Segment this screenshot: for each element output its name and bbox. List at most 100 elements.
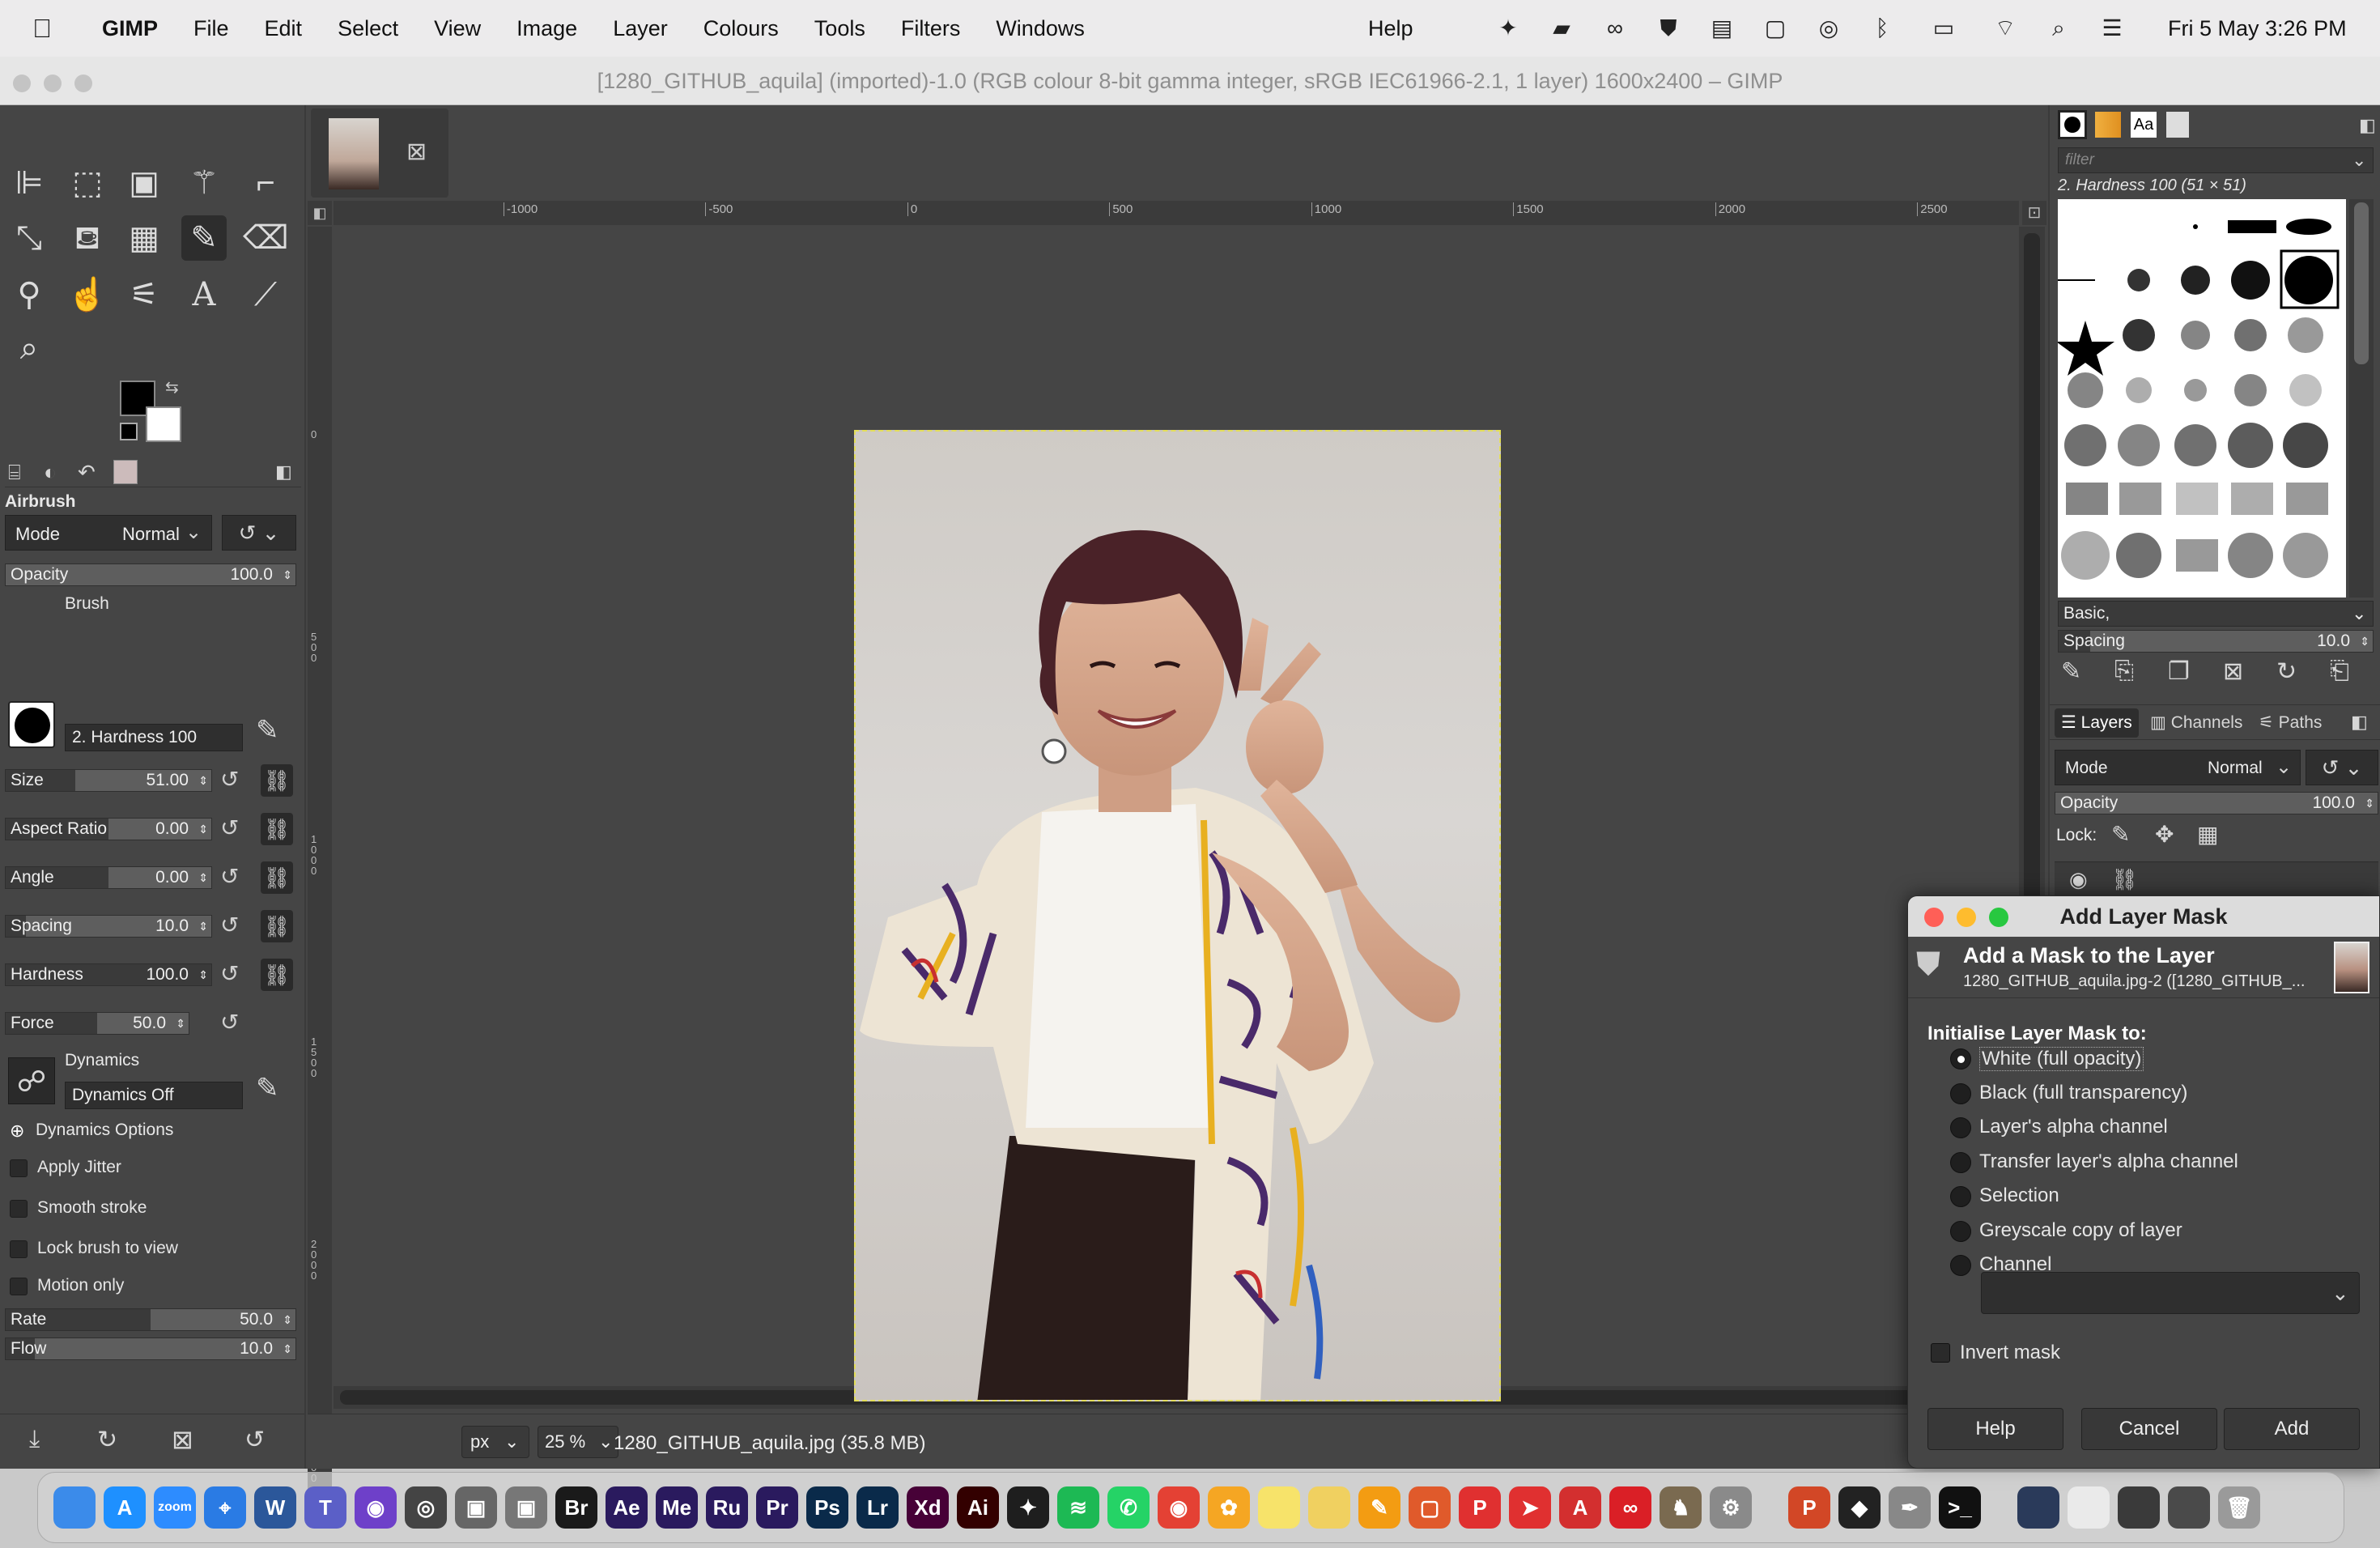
illustrator-icon[interactable]: Ai — [957, 1486, 999, 1529]
configure-layers-tab-icon[interactable]: ◧ — [2351, 712, 2368, 733]
brush-name-field[interactable]: 2. Hardness 100 — [65, 724, 243, 751]
menu-clock[interactable]: Fri 5 May 3:26 PM — [2168, 0, 2347, 57]
mask-option-radio-5[interactable] — [1950, 1220, 1971, 1242]
expand-icon[interactable]: ⊕ — [10, 1121, 24, 1142]
mask-option-label-1[interactable]: Black (full transparency) — [1979, 1082, 2187, 1104]
spinner-icon[interactable]: ⇕ — [2365, 793, 2374, 814]
spinner-icon[interactable]: ⇕ — [2360, 631, 2369, 652]
warp-transform-tool-icon[interactable]: ⤡ — [6, 215, 52, 261]
stickies-icon[interactable] — [1308, 1486, 1350, 1529]
spotlight-search-icon[interactable]: ⌕ — [2045, 16, 2072, 40]
dialog-minimize-button[interactable] — [1957, 908, 1976, 927]
reset-mode-button[interactable]: ↺ ⌄ — [222, 515, 296, 551]
bluetooth-icon[interactable]: ᛒ — [1868, 16, 1896, 40]
creative-cloud-icon[interactable]: ∞ — [1609, 1486, 1651, 1529]
reset-options-icon[interactable]: ↺ — [244, 1426, 265, 1454]
fonts-tab-icon[interactable]: Aa — [2131, 112, 2157, 138]
eraser-tool-icon[interactable]: ⌫ — [243, 215, 289, 261]
default-colors-icon[interactable] — [120, 423, 138, 440]
terminal-icon[interactable]: >_ — [1939, 1486, 1981, 1529]
brush-preview[interactable] — [8, 701, 55, 748]
angle-slider[interactable]: Angle 0.00 ⇕ — [5, 866, 212, 889]
mask-option-label-0[interactable]: White (full opacity) — [1979, 1047, 2144, 1071]
lock-pixels-icon[interactable]: ✎ — [2111, 821, 2130, 848]
powerpoint-icon[interactable]: P — [1788, 1486, 1830, 1529]
figma-status-icon[interactable]: ✦ — [1494, 16, 1522, 40]
spinner-icon[interactable]: ⇕ — [283, 1309, 292, 1330]
app-store-icon[interactable]: A — [104, 1486, 146, 1529]
motion-only-checkbox[interactable] — [10, 1278, 28, 1295]
tab-paths[interactable]: ⚟ Paths — [2255, 708, 2325, 738]
pages-icon[interactable]: ✎ — [1358, 1486, 1400, 1529]
background-color-swatch[interactable] — [146, 406, 181, 442]
configure-tab-icon[interactable]: ◧ — [275, 461, 292, 483]
image-tab[interactable]: ⊠ — [311, 108, 448, 198]
mask-option-label-5[interactable]: Greyscale copy of layer — [1979, 1219, 2182, 1242]
chrome-icon[interactable]: ◉ — [1158, 1486, 1200, 1529]
chevron-down-icon[interactable]: ⌄ — [2352, 602, 2366, 626]
pdf-expert-icon[interactable]: P — [1459, 1486, 1501, 1529]
trash-icon[interactable]: 🗑 — [2218, 1486, 2260, 1529]
rect-select-tool-icon[interactable]: ⬚ — [65, 160, 110, 206]
mask-option-label-3[interactable]: Transfer layer's alpha channel — [1979, 1150, 2238, 1173]
premiere-icon[interactable]: Pr — [756, 1486, 798, 1529]
restore-options-icon[interactable]: ↻ — [97, 1426, 117, 1454]
menu-windows[interactable]: Windows — [996, 16, 1085, 41]
recent-window-4-icon[interactable] — [2168, 1486, 2210, 1529]
zoom-tool-icon[interactable]: ⌕ — [6, 325, 52, 371]
pen-tool-icon[interactable]: ✒ — [1889, 1486, 1931, 1529]
photoshop-icon[interactable]: Ps — [806, 1486, 848, 1529]
brush-grid-scrollbar[interactable] — [2349, 199, 2374, 598]
mask-option-radio-6[interactable] — [1950, 1255, 1971, 1276]
window-close-button[interactable] — [13, 74, 31, 92]
flow-slider[interactable]: Flow 10.0 ⇕ — [5, 1337, 296, 1360]
dynamics-field[interactable]: Dynamics Off — [65, 1082, 243, 1109]
link-hardness-icon[interactable]: ⛓ — [261, 959, 293, 991]
brushes-tab-icon[interactable] — [2058, 110, 2087, 139]
link-size-icon[interactable]: ⛓ — [261, 764, 293, 797]
cancel-button[interactable]: Cancel — [2081, 1408, 2217, 1450]
zoom-select[interactable]: 25 % ⌄ — [538, 1426, 618, 1458]
edit-brush-icon[interactable]: ✎ — [256, 714, 279, 746]
link-spacing-icon[interactable]: ⛓ — [261, 910, 293, 942]
brush-tag-input[interactable]: Basic, ⌄ — [2058, 601, 2374, 627]
finder-icon[interactable] — [53, 1486, 96, 1529]
delete-brush-icon[interactable]: ⊠ — [2223, 657, 2243, 686]
photos-icon[interactable]: ✿ — [1208, 1486, 1250, 1529]
channel-select[interactable]: ⌄ — [1981, 1272, 2360, 1314]
media-encoder-icon[interactable]: Me — [656, 1486, 698, 1529]
image-canvas[interactable] — [854, 430, 1501, 1401]
hardness-slider[interactable]: Hardness 100.0 ⇕ — [5, 963, 212, 986]
brush-grid[interactable] — [2056, 199, 2346, 598]
recent-window-1-icon[interactable] — [2017, 1486, 2059, 1529]
quicktime-icon[interactable]: ◎ — [405, 1486, 447, 1529]
rate-slider[interactable]: Rate 50.0 ⇕ — [5, 1308, 296, 1331]
open-brush-icon[interactable]: ⎗ — [2330, 657, 2349, 685]
brush-spacing-slider[interactable]: Spacing 10.0 ⇕ — [2058, 630, 2374, 653]
patterns-tab-icon[interactable] — [2095, 112, 2121, 138]
configure-brushes-tab-icon[interactable]: ◧ — [2359, 115, 2376, 136]
creative-cloud-status-icon[interactable]: ∞ — [1601, 16, 1629, 40]
menu-view[interactable]: View — [434, 16, 481, 41]
notes-icon[interactable] — [1258, 1486, 1300, 1529]
spinner-icon[interactable]: ⇕ — [283, 1338, 292, 1359]
spinner-icon[interactable]: ⇕ — [198, 819, 208, 840]
figma-icon[interactable]: ✦ — [1007, 1486, 1049, 1529]
apply-jitter-checkbox[interactable] — [10, 1159, 28, 1177]
window-minimize-button[interactable] — [44, 74, 62, 92]
screenshot-icon[interactable]: ▣ — [455, 1486, 497, 1529]
size-slider[interactable]: Size 51.00 ⇕ — [5, 769, 212, 792]
after-effects-icon[interactable]: Ae — [606, 1486, 648, 1529]
mask-option-radio-0[interactable] — [1950, 1048, 1971, 1070]
new-brush-icon[interactable]: ⎘ — [2114, 657, 2134, 685]
menu-image[interactable]: Image — [516, 16, 577, 41]
dialog-close-button[interactable] — [1924, 908, 1944, 927]
menu-help[interactable]: Help — [1368, 0, 1413, 57]
mask-option-radio-2[interactable] — [1950, 1117, 1971, 1138]
refresh-brushes-icon[interactable]: ↻ — [2276, 657, 2297, 686]
crop-tool-icon[interactable]: ⌐ — [243, 160, 288, 206]
office-icon[interactable]: ▢ — [1409, 1486, 1451, 1529]
window-zoom-button[interactable] — [74, 74, 92, 92]
reset-spacing-icon[interactable]: ↺ — [220, 912, 239, 938]
reset-aspect-ratio-icon[interactable]: ↺ — [220, 814, 239, 841]
